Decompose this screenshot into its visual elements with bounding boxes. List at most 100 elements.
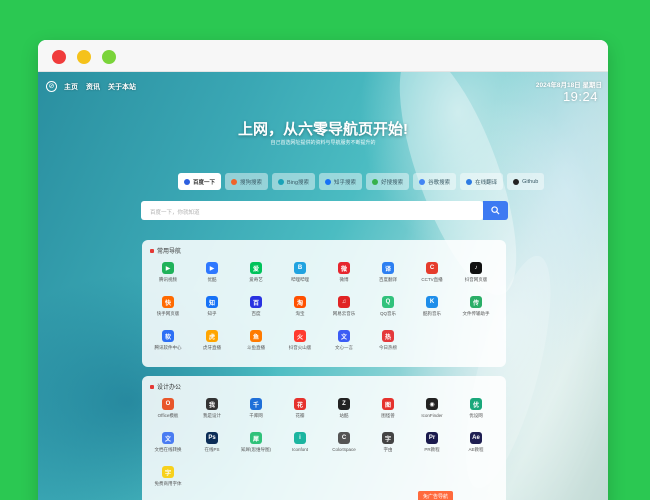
panel-design-office: 设计办公 O Office模板我我是设计千千库网花花瓣 Z 站酷图图怪兽 ◉ IconFi…: [142, 376, 506, 500]
site-link[interactable]: 译百度翻译: [366, 262, 410, 291]
design-icon: [150, 384, 154, 389]
site-link[interactable]: 字免费商用字体: [146, 466, 190, 495]
site-link[interactable]: 犀知犀(思维导图): [234, 432, 278, 461]
site-label: 抖音网页版: [464, 277, 488, 282]
site-link[interactable]: Z 站酷: [322, 398, 366, 427]
nav-link-news[interactable]: 资讯: [86, 82, 100, 92]
engine-tab[interactable]: 知乎搜索: [319, 173, 363, 190]
site-link[interactable]: Ae AE教程: [454, 432, 498, 461]
engine-tab[interactable]: 在线翻译: [460, 173, 504, 190]
site-link[interactable]: B 哔哩哔哩: [278, 262, 322, 291]
engine-tab[interactable]: Bing搜索: [272, 173, 316, 190]
site-link[interactable]: Pr PR教程: [410, 432, 454, 461]
site-link[interactable]: Q QQ音乐: [366, 296, 410, 325]
site-logo-icon: Ae: [470, 432, 482, 444]
site-link[interactable]: 字字由: [366, 432, 410, 461]
nav-link-home[interactable]: 主页: [64, 82, 78, 92]
site-label: 百度翻译: [379, 277, 397, 282]
site-label: 快手网页版: [156, 311, 180, 316]
panel-title-text: 常用导航: [157, 249, 182, 255]
engine-tab[interactable]: 谷歌搜索: [413, 173, 457, 190]
site-logo-icon: 百: [250, 296, 262, 308]
site-link[interactable]: 图图怪兽: [366, 398, 410, 427]
close-window-button[interactable]: [52, 50, 66, 64]
site-link[interactable]: 优优设网: [454, 398, 498, 427]
engine-icon: [372, 178, 379, 185]
site-label: 知犀(思维导图): [241, 447, 271, 452]
site-link[interactable]: ♫ 网易云音乐: [322, 296, 366, 325]
fire-icon: [150, 248, 154, 253]
site-logo-icon: 文: [338, 330, 350, 342]
site-label: 免费商用字体: [154, 481, 182, 486]
maximize-window-button[interactable]: [102, 50, 116, 64]
nav-link-about[interactable]: 关于本站: [108, 82, 136, 92]
site-label: PR教程: [424, 447, 440, 452]
engine-label: 谷歌搜索: [428, 179, 451, 186]
site-link[interactable]: 千千库网: [234, 398, 278, 427]
site-logo-icon: B: [294, 262, 306, 274]
site-link[interactable]: ▶ 腾讯视频: [146, 262, 190, 291]
site-link[interactable]: 淘淘宝: [278, 296, 322, 325]
engine-tab[interactable]: 好搜搜索: [366, 173, 410, 190]
site-logo-icon: Pr: [426, 432, 438, 444]
date-display: 2024年8月18日 星期日: [535, 82, 602, 89]
site-link[interactable]: ♪ 抖音网页版: [454, 262, 498, 291]
site-link[interactable]: ▶ 优酷: [190, 262, 234, 291]
engine-icon: [184, 178, 190, 185]
site-logo-icon: ▶: [162, 262, 174, 274]
site-label: Iconfont: [291, 447, 308, 452]
site-link[interactable]: 微微博: [322, 262, 366, 291]
engine-tab[interactable]: 搜狗搜索: [225, 173, 269, 190]
site-link[interactable]: 文文心一言: [322, 330, 366, 359]
site-label: 百度: [251, 311, 261, 316]
engine-label: 知乎搜索: [334, 179, 357, 186]
site-link[interactable]: 软腾讯软件中心: [146, 330, 190, 359]
site-link[interactable]: i Iconfont: [278, 432, 322, 461]
search-input[interactable]: [141, 203, 461, 223]
site-label: 文档在线转换: [154, 447, 182, 452]
engine-label: Bing搜索: [287, 179, 310, 186]
site-link[interactable]: C ColorSpace: [322, 432, 366, 461]
hero-subtitle: 自己首选网址提供的资料与导航服务不断提升的: [270, 140, 376, 146]
site-link[interactable]: 虎虎牙直播: [190, 330, 234, 359]
site-label: 抖音火山版: [288, 345, 312, 350]
engine-tab[interactable]: 百度一下: [178, 173, 222, 190]
engine-tab[interactable]: Github: [507, 173, 545, 190]
engine-label: Github: [522, 178, 539, 185]
floating-ad-button[interactable]: 免广告导航: [418, 491, 454, 500]
site-logo-icon: 软: [162, 330, 174, 342]
site-label: 图怪兽: [381, 413, 395, 418]
panel-title: 常用导航: [150, 246, 181, 255]
site-link[interactable]: Ps 在线PS: [190, 432, 234, 461]
site-logo-icon[interactable]: ⊘: [46, 81, 57, 92]
site-link[interactable]: 花花瓣: [278, 398, 322, 427]
site-link[interactable]: 鱼斗鱼直播: [234, 330, 278, 359]
minimize-window-button[interactable]: [77, 50, 91, 64]
engine-icon: [231, 178, 238, 185]
site-link[interactable]: 我我是设计: [190, 398, 234, 427]
panel-title-text: 设计办公: [157, 385, 182, 391]
engine-label: 在线翻译: [475, 179, 498, 186]
site-label: 优酷: [207, 277, 217, 282]
site-link[interactable]: 热今日热榜: [366, 330, 410, 359]
site-link[interactable]: 火抖音火山版: [278, 330, 322, 359]
site-link[interactable]: C CCTV直播: [410, 262, 454, 291]
site-link[interactable]: 文文档在线转换: [146, 432, 190, 461]
site-link[interactable]: ◉ IconFinder: [410, 398, 454, 427]
site-logo-icon: 火: [294, 330, 306, 342]
site-label: QQ音乐: [379, 311, 396, 316]
search-button[interactable]: [483, 201, 508, 220]
site-link[interactable]: 知知乎: [190, 296, 234, 325]
site-label: IconFinder: [421, 413, 443, 418]
site-link[interactable]: 快快手网页版: [146, 296, 190, 325]
site-link[interactable]: 爱爱奇艺: [234, 262, 278, 291]
site-link[interactable]: 传文件传输助手: [454, 296, 498, 325]
site-label: 文件传输助手: [462, 311, 490, 316]
site-label: 花瓣: [295, 413, 305, 418]
site-logo-icon: 字: [162, 466, 174, 478]
site-link[interactable]: 百百度: [234, 296, 278, 325]
site-label: 斗鱼直播: [247, 345, 265, 350]
site-link[interactable]: O Office模板: [146, 398, 190, 427]
engine-label: 好搜搜索: [381, 179, 404, 186]
site-link[interactable]: K 酷狗音乐: [410, 296, 454, 325]
